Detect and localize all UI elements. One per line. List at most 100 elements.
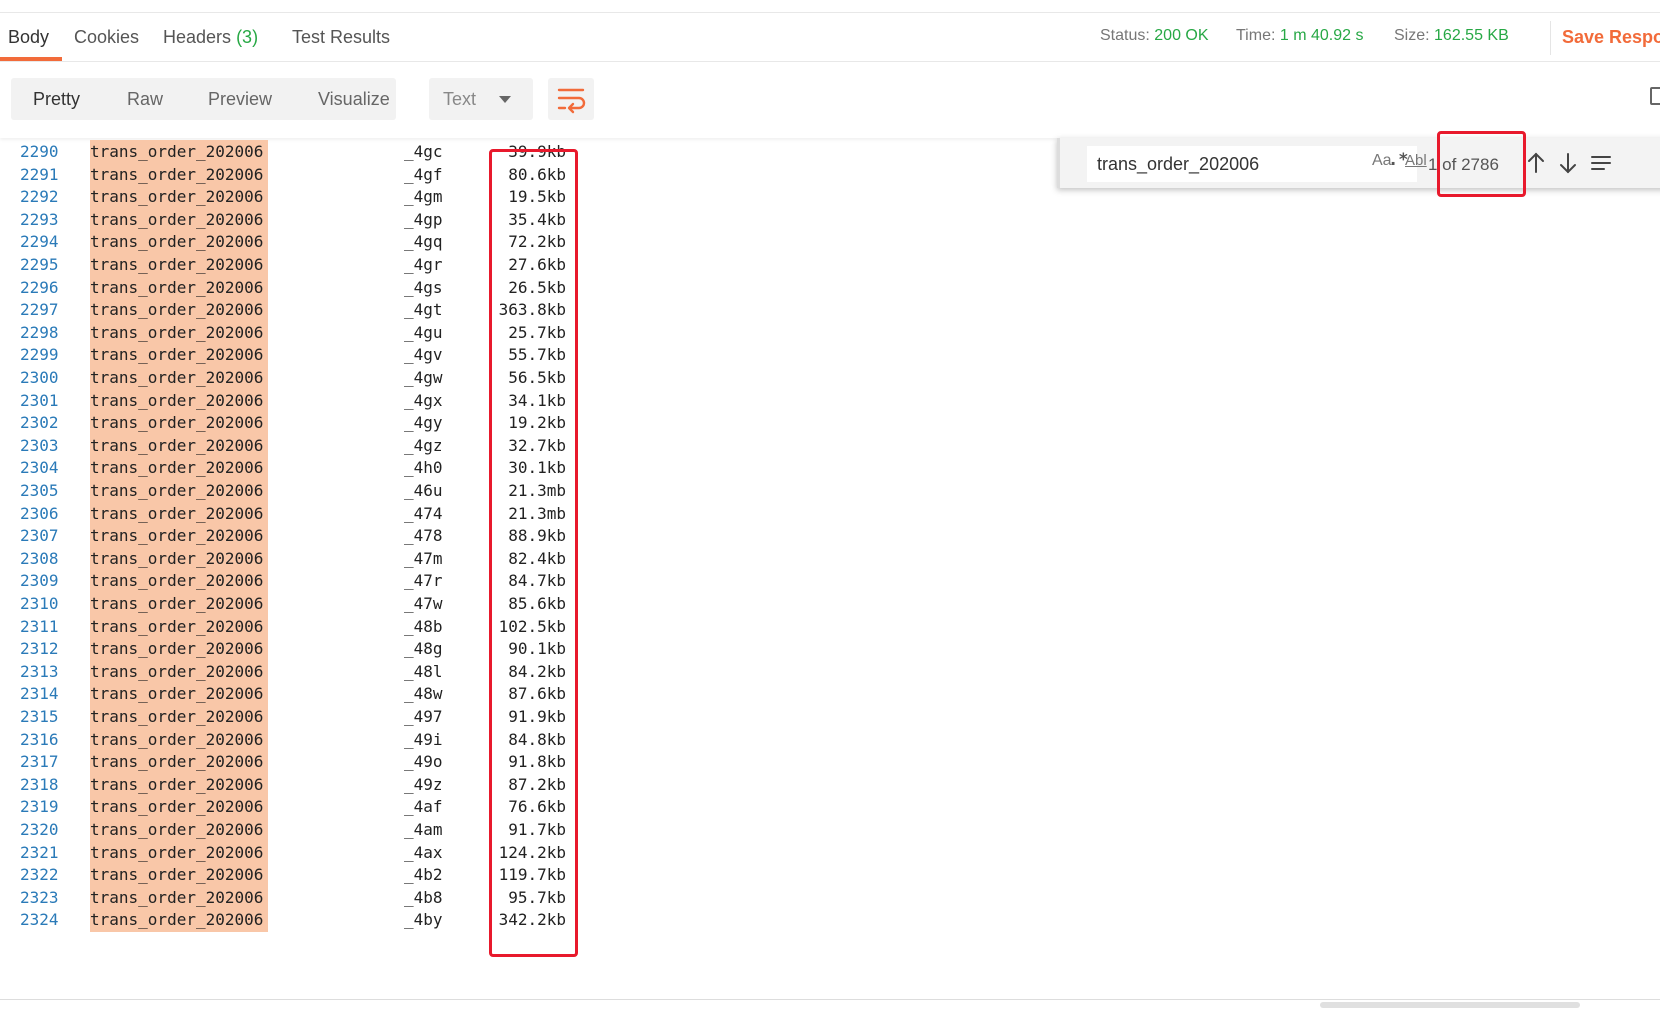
tab-headers-label: Headers [163,27,232,47]
view-raw-button[interactable]: Raw [127,89,163,110]
index-name: trans_order_202006 [90,345,264,365]
tab-headers[interactable]: Headers (3) [163,27,258,48]
find-input[interactable] [1087,146,1417,182]
segment-name: _4gu [404,322,443,342]
arrow-down-icon[interactable] [1558,150,1578,176]
index-name: trans_order_202006 [90,842,264,862]
segment-name: _4gz [404,435,443,455]
segment-name: _4am [404,820,443,839]
code-line: 2299 trans_order_202006 _4gv 55.7kb [0,343,1660,368]
format-select[interactable]: Text [429,78,533,120]
code-line: 2298 trans_order_202006 _4gu 25.7kb [0,320,1660,345]
segment-size: 82.4kb [508,548,566,568]
horizontal-scrollbar[interactable] [1320,1002,1580,1008]
line-number: 2307 [20,526,59,546]
index-name: trans_order_202006 [90,300,264,320]
code-line: 2323 trans_order_202006 _4b8 95.7kb [0,885,1660,910]
code-line: 2295 trans_order_202006 _4gr 27.6kb [0,253,1660,277]
line-number: 2324 [20,910,59,930]
line-number: 2301 [20,390,59,410]
segment-size: 342.2kb [498,910,566,930]
segment-size: 80.6kb [508,164,566,184]
index-name: trans_order_202006 [90,820,264,839]
segment-name: _4gx [404,390,443,410]
line-number: 2308 [20,548,59,568]
segment-name: _4gw [404,368,443,387]
code-line: 2319 trans_order_202006 _4af 76.6kb [0,795,1660,820]
segment-size: 84.2kb [508,661,566,681]
view-mode-group: Pretty Raw Preview Visualize [11,78,396,120]
time-label: Time: [1236,27,1276,44]
code-line: 2320 trans_order_202006 _4am 91.7kb [0,818,1660,842]
size-readout[interactable]: Size: 162.55 KB [1394,27,1509,45]
code-line: 2311 trans_order_202006 _48b 102.5kb [0,614,1660,639]
index-name: trans_order_202006 [90,503,264,523]
code-line: 2302 trans_order_202006 _4gy 19.2kb [0,411,1660,436]
time-value: 1 m 40.92 s [1279,27,1364,44]
index-name: trans_order_202006 [90,865,264,885]
code-line: 2294 trans_order_202006 _4gq 72.2kb [0,230,1660,255]
code-line: 2314 trans_order_202006 _48w 87.6kb [0,682,1660,707]
chevron-down-icon [499,96,511,103]
divider [1550,21,1551,55]
save-response-button[interactable]: Save Respo [1562,27,1660,48]
segment-name: _48l [404,661,443,681]
code-line: 2312 trans_order_202006 _48g 90.1kb [0,637,1660,662]
response-body-editor[interactable]: 2290 trans_order_202006 _4gc 39.9kb 2291 tran… [0,138,1660,999]
line-number: 2299 [20,345,59,365]
segment-size: 55.7kb [508,345,566,365]
tab-test-results[interactable]: Test Results [292,27,390,48]
headers-count-badge: (3) [236,27,259,47]
index-name: trans_order_202006 [90,752,264,772]
line-number: 2319 [20,797,59,817]
time-readout[interactable]: Time: 1 m 40.92 s [1236,27,1363,45]
line-number: 2302 [20,413,59,433]
line-number: 2315 [20,707,59,726]
copy-icon[interactable] [1650,87,1660,105]
segment-name: _4gv [404,345,443,365]
segment-name: _474 [404,503,443,523]
regex-toggle[interactable]: .* [1388,150,1408,170]
line-number: 2322 [20,865,59,885]
code-line: 2300 trans_order_202006 _4gw 56.5kb [0,366,1660,390]
view-pretty-button[interactable]: Pretty [33,89,80,110]
segment-name: _4gf [404,164,443,184]
segment-size: 19.5kb [508,187,566,207]
wrap-lines-button[interactable] [548,78,594,120]
response-tab-bar: Body Cookies Headers (3) Test Results St… [0,12,1660,62]
match-count: 1 of 2786 [1428,155,1499,174]
line-number: 2304 [20,458,59,478]
segment-name: _478 [404,526,443,546]
index-name: trans_order_202006 [90,481,264,500]
line-number: 2317 [20,752,59,772]
index-name: trans_order_202006 [90,164,264,184]
line-number: 2294 [20,232,59,252]
line-number: 2310 [20,594,59,613]
index-name: trans_order_202006 [90,548,264,568]
index-name: trans_order_202006 [90,435,264,455]
code-line: 2306 trans_order_202006 _474 21.3mb [0,501,1660,526]
code-line: 2305 trans_order_202006 _46u 21.3mb [0,479,1660,503]
index-name: trans_order_202006 [90,413,264,433]
line-number: 2320 [20,820,59,839]
tab-body[interactable]: Body [8,27,49,48]
view-preview-button[interactable]: Preview [208,89,272,110]
line-number: 2311 [20,616,59,636]
code-line: 2297 trans_order_202006 _4gt 363.8kb [0,298,1660,323]
segment-size: 72.2kb [508,232,566,252]
segment-name: _4gc [404,142,443,161]
arrow-up-icon[interactable] [1526,150,1546,176]
view-visualize-button[interactable]: Visualize [318,89,390,110]
line-number: 2298 [20,322,59,342]
segment-size: 39.9kb [508,142,566,161]
segment-size: 87.6kb [508,684,566,704]
index-name: trans_order_202006 [90,639,264,659]
find-in-selection-icon[interactable] [1590,150,1612,176]
segment-name: _4h0 [404,458,443,478]
tab-cookies[interactable]: Cookies [74,27,139,48]
code-line: 2322 trans_order_202006 _4b2 119.7kb [0,863,1660,888]
line-number: 2312 [20,639,59,659]
line-number: 2313 [20,661,59,681]
line-number: 2316 [20,729,59,749]
index-name: trans_order_202006 [90,616,264,636]
